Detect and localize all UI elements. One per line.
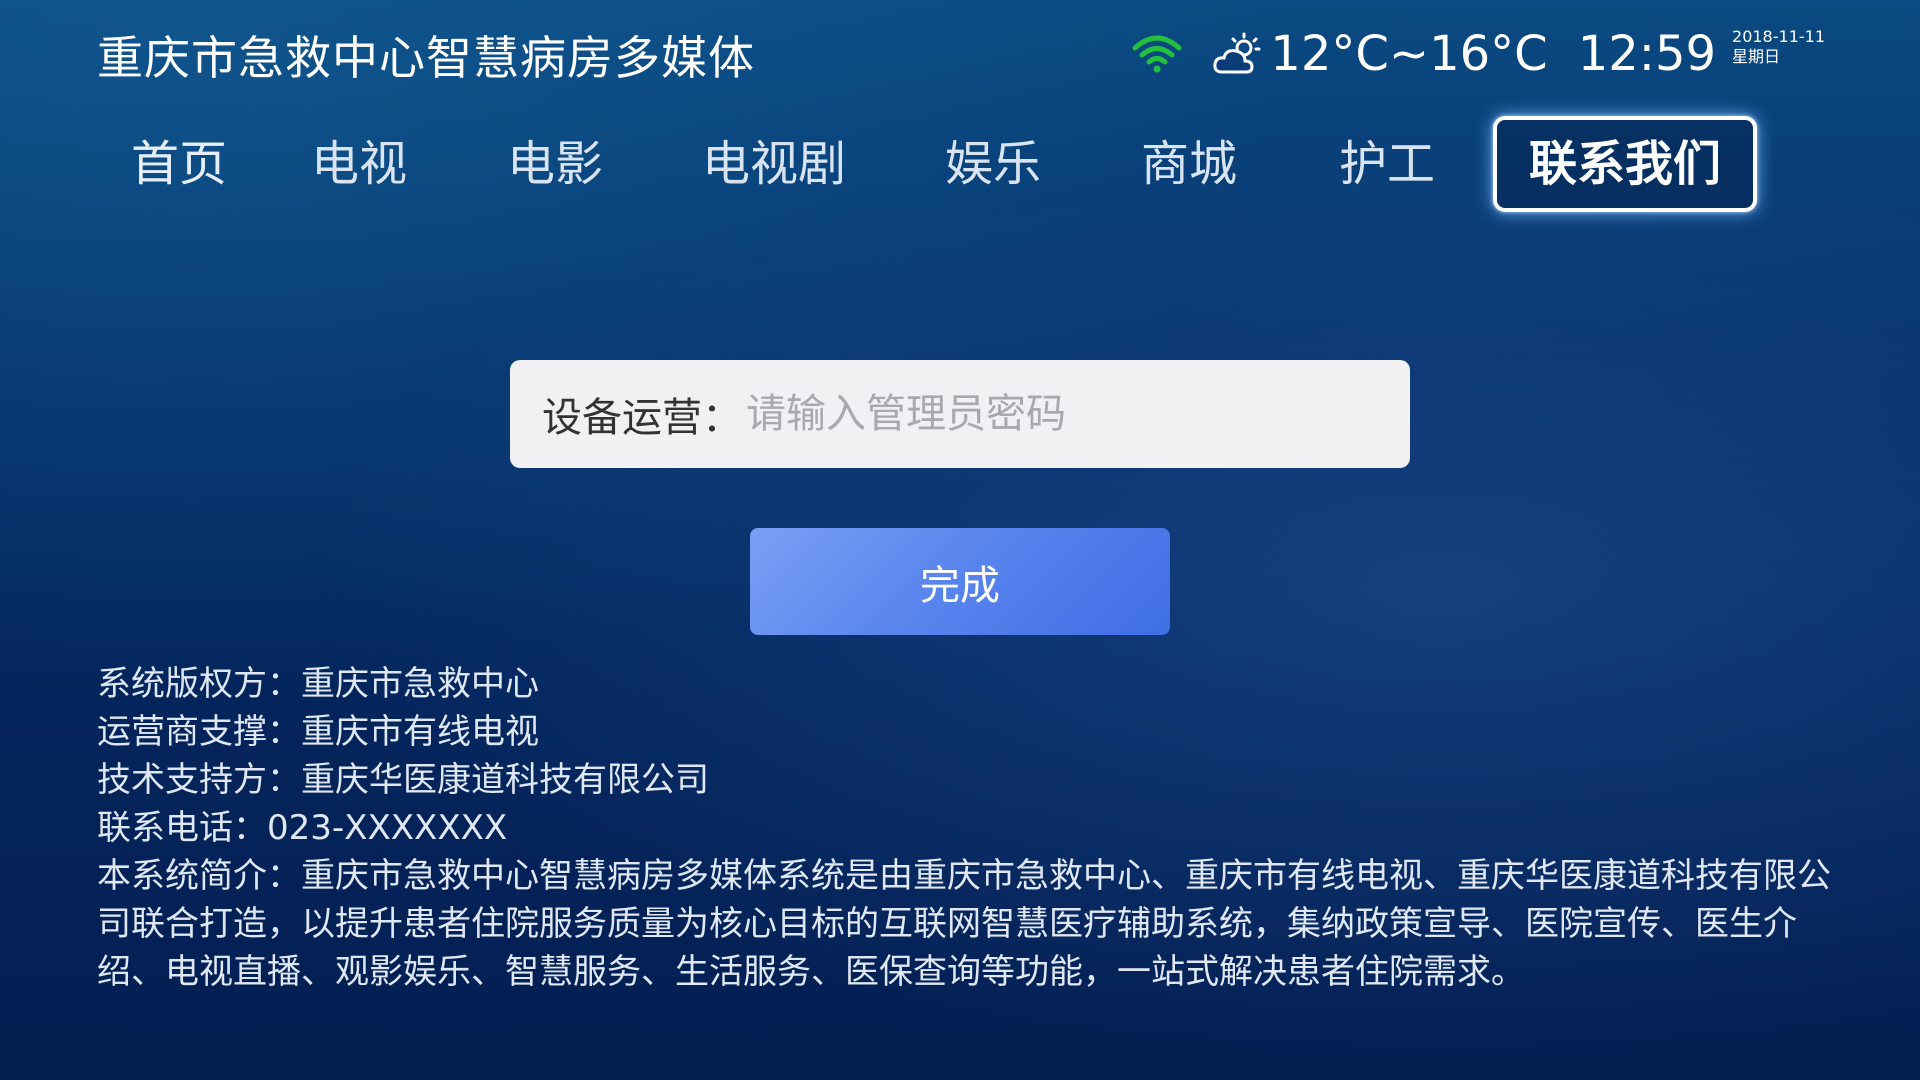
admin-password-field: 设备运营： xyxy=(510,360,1410,468)
tech-support: 技术支持方：重庆华医康道科技有限公司 xyxy=(97,760,709,800)
temperature-range: 12°C~16°C xyxy=(1270,26,1548,82)
nav-item-caregiver[interactable]: 护工 xyxy=(1287,116,1487,212)
contact-phone: 联系电话：023-XXXXXXX xyxy=(97,808,508,848)
copyright-owner: 系统版权方：重庆市急救中心 xyxy=(97,664,539,704)
nav-item-home[interactable]: 首页 xyxy=(97,116,261,212)
nav-item-movies[interactable]: 电影 xyxy=(457,116,653,212)
partly-cloudy-icon xyxy=(1212,32,1262,76)
weekday-text: 星期日 xyxy=(1732,47,1781,66)
operator-support: 运营商支撑：重庆市有线电视 xyxy=(97,712,539,752)
app-title: 重庆市急救中心智慧病房多媒体 xyxy=(97,31,755,85)
done-button[interactable]: 完成 xyxy=(750,528,1170,635)
password-field-label: 设备运营： xyxy=(542,395,742,441)
nav-item-tv[interactable]: 电视 xyxy=(261,116,457,212)
status-bar: 12°C~16°C 12:59 2018-11-11 星期日 xyxy=(1132,22,1825,86)
admin-password-input[interactable] xyxy=(746,391,1410,437)
date-display: 2018-11-11 星期日 xyxy=(1732,27,1825,67)
nav-item-tv-series[interactable]: 电视剧 xyxy=(653,116,895,212)
main-nav: 首页 电视 电影 电视剧 娱乐 商城 护工 联系我们 xyxy=(97,114,1777,214)
clock-time: 12:59 xyxy=(1577,26,1717,82)
system-info: 系统版权方：重庆市急救中心 运营商支撑：重庆市有线电视 技术支持方：重庆华医康道… xyxy=(97,660,1837,996)
nav-item-mall[interactable]: 商城 xyxy=(1091,116,1287,212)
wifi-icon xyxy=(1132,34,1182,74)
date-text: 2018-11-11 xyxy=(1732,27,1825,46)
nav-item-entertainment[interactable]: 娱乐 xyxy=(895,116,1091,212)
nav-item-contact-us[interactable]: 联系我们 xyxy=(1493,116,1758,212)
system-introduction: 本系统简介：重庆市急救中心智慧病房多媒体系统是由重庆市急救中心、重庆市有线电视、… xyxy=(97,856,1831,992)
